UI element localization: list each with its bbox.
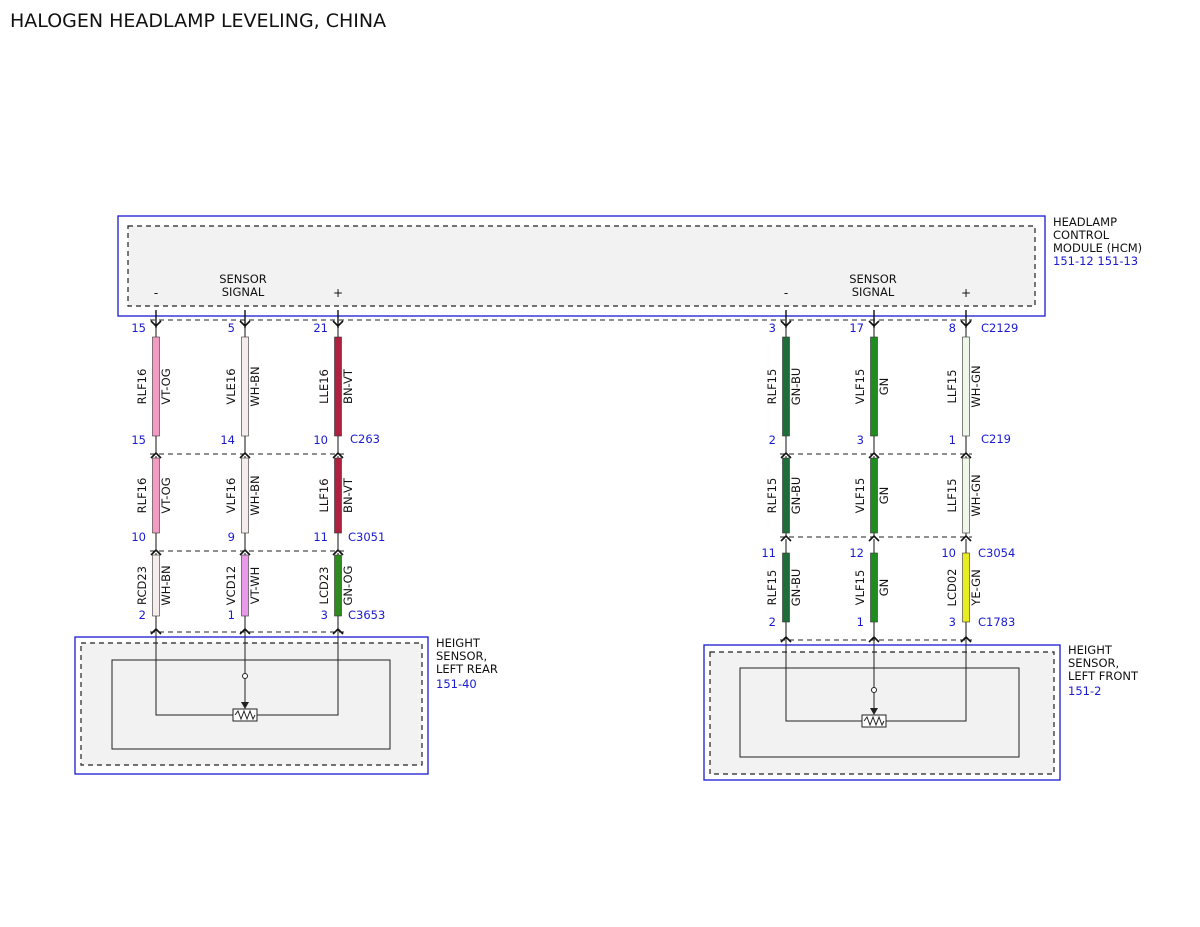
color-label-w6-0: WH-GN — [969, 365, 983, 407]
wiring-diagram: HALOGEN HEADLAMP LEVELING, CHINA HEADLAM… — [10, 10, 1142, 781]
color-label-w5-0: GN — [877, 378, 891, 396]
pin-bot-w5-2: 1 — [857, 615, 864, 629]
pin-bot-w1-2: 2 — [139, 608, 146, 622]
color-label-w1-1: VT-OG — [159, 477, 173, 513]
pin-top-w4: 3 — [769, 321, 776, 335]
circuit-label-w6-2: LCD02 — [945, 569, 959, 607]
color-label-w3-1: BN-VT — [341, 477, 355, 513]
polarity-minus-left: - — [154, 286, 158, 300]
color-label-w2-2: VT-WH — [248, 567, 262, 605]
circuit-label-w1-1: RLF16 — [135, 478, 149, 514]
pin-bot-w3-0: 10 — [313, 433, 328, 447]
circuit-label-w4-0: RLF15 — [765, 369, 779, 405]
circuit-label-w3-0: LLE16 — [317, 369, 331, 404]
circuit-label-w2-1: VLF16 — [224, 478, 238, 514]
lf-ref: 151-2 — [1068, 684, 1101, 698]
lr-ref: 151-40 — [436, 677, 477, 691]
circuit-label-w3-2: LCD23 — [317, 567, 331, 605]
lr-label-2: SENSOR, — [436, 649, 487, 663]
pin-top-w6: 8 — [949, 321, 956, 335]
pin-bot-w3-1: 11 — [313, 530, 328, 544]
hcm-module: HEADLAMP CONTROL MODULE (HCM) 151-12 151… — [117, 215, 1142, 317]
pin-bot-w4-1: 11 — [761, 546, 776, 560]
pin-bot-w6-2: 3 — [949, 615, 956, 629]
color-label-w5-1: GN — [877, 487, 891, 505]
hcm-right-sensor-label-1: SENSOR — [849, 272, 897, 286]
circuit-label-w5-1: VLF15 — [853, 478, 867, 514]
color-label-w4-1: GN-BU — [789, 477, 803, 515]
color-label-w2-1: WH-BN — [248, 475, 262, 515]
circuit-label-w6-1: LLF15 — [945, 478, 959, 512]
polarity-plus-left: + — [333, 286, 343, 300]
color-label-w2-0: WH-BN — [248, 366, 262, 406]
circuit-label-w6-0: LLF15 — [945, 369, 959, 403]
height-sensor-left-rear: HEIGHT SENSOR, LEFT REAR 151-40 — [74, 632, 498, 775]
hcm-right-sensor-label-2: SIGNAL — [852, 285, 895, 299]
lf-body — [739, 667, 1020, 758]
pin-bot-w3-2: 3 — [321, 608, 328, 622]
hcm-label-1: HEADLAMP — [1053, 215, 1117, 229]
connector-c263: C263 — [350, 432, 380, 446]
pin-bot-w6-0: 1 — [949, 433, 956, 447]
wires: RLF16 VT-OG1515RLF16 VT-OG10RCD23 WH-BN2VLE… — [131, 310, 983, 643]
connector-c219: C219 — [981, 432, 1011, 446]
pin-bot-w4-0: 2 — [769, 433, 776, 447]
circuit-label-w4-2: RLF15 — [765, 570, 779, 606]
circuit-label-w5-2: VLF15 — [853, 570, 867, 606]
color-label-w4-0: GN-BU — [789, 368, 803, 406]
connector-lines — [150, 319, 972, 641]
height-sensor-left-front: HEIGHT SENSOR, LEFT FRONT 151-2 — [703, 640, 1139, 781]
lf-label-3: LEFT FRONT — [1068, 669, 1139, 683]
hcm-label-2: CONTROL — [1053, 228, 1110, 242]
color-label-w4-2: GN-BU — [789, 569, 803, 607]
circuit-label-w4-1: RLF15 — [765, 478, 779, 514]
color-label-w1-2: WH-BN — [159, 565, 173, 605]
pin-bot-w2-0: 14 — [220, 433, 235, 447]
connector-c3653: C3653 — [348, 608, 385, 622]
lf-wiper-dot — [871, 687, 877, 693]
pin-top-w1: 15 — [131, 321, 146, 335]
circuit-label-w3-1: LLF16 — [317, 478, 331, 512]
pin-bot-w5-1: 12 — [849, 546, 864, 560]
lr-wiper-dot — [242, 673, 248, 679]
connector-c1783: C1783 — [978, 615, 1015, 629]
pin-top-w5: 17 — [849, 321, 864, 335]
polarity-plus-right: + — [961, 286, 971, 300]
color-label-w5-2: GN — [877, 579, 891, 597]
color-label-w6-2: YE-GN — [969, 569, 983, 606]
pin-bot-w2-1: 9 — [228, 530, 235, 544]
circuit-label-w2-0: VLE16 — [224, 368, 238, 404]
polarity-minus-right: - — [784, 286, 788, 300]
pin-bot-w6-1: 10 — [941, 546, 956, 560]
lr-label-3: LEFT REAR — [436, 662, 498, 676]
color-label-w6-1: WH-GN — [969, 474, 983, 516]
pin-bot-w5-0: 3 — [857, 433, 864, 447]
circuit-label-w5-0: VLF15 — [853, 369, 867, 405]
pin-bot-w1-1: 10 — [131, 530, 146, 544]
hcm-label-3: MODULE (HCM) — [1053, 241, 1142, 255]
circuit-label-w1-0: RLF16 — [135, 369, 149, 405]
lr-body — [111, 659, 391, 750]
color-label-w1-0: VT-OG — [159, 368, 173, 404]
color-label-w3-2: GN-OG — [341, 566, 355, 606]
pin-top-w2: 5 — [228, 321, 235, 335]
color-label-w3-0: BN-VT — [341, 368, 355, 404]
pin-bot-w4-2: 2 — [769, 615, 776, 629]
pin-top-w3: 21 — [313, 321, 328, 335]
connector-c2129: C2129 — [981, 321, 1018, 335]
circuit-label-w2-2: VCD12 — [224, 566, 238, 605]
lr-label-1: HEIGHT — [436, 636, 481, 650]
pin-bot-w1-0: 15 — [131, 433, 146, 447]
lf-label-1: HEIGHT — [1068, 643, 1113, 657]
connector-c3051: C3051 — [348, 530, 385, 544]
diagram-title: HALOGEN HEADLAMP LEVELING, CHINA — [10, 10, 386, 32]
pin-bot-w2-2: 1 — [228, 608, 235, 622]
hcm-left-sensor-label-1: SENSOR — [219, 272, 267, 286]
hcm-left-sensor-label-2: SIGNAL — [222, 285, 265, 299]
connector-c3054: C3054 — [978, 546, 1015, 560]
circuit-label-w1-2: RCD23 — [135, 566, 149, 605]
lf-label-2: SENSOR, — [1068, 656, 1119, 670]
hcm-refs: 151-12 151-13 — [1053, 254, 1138, 268]
